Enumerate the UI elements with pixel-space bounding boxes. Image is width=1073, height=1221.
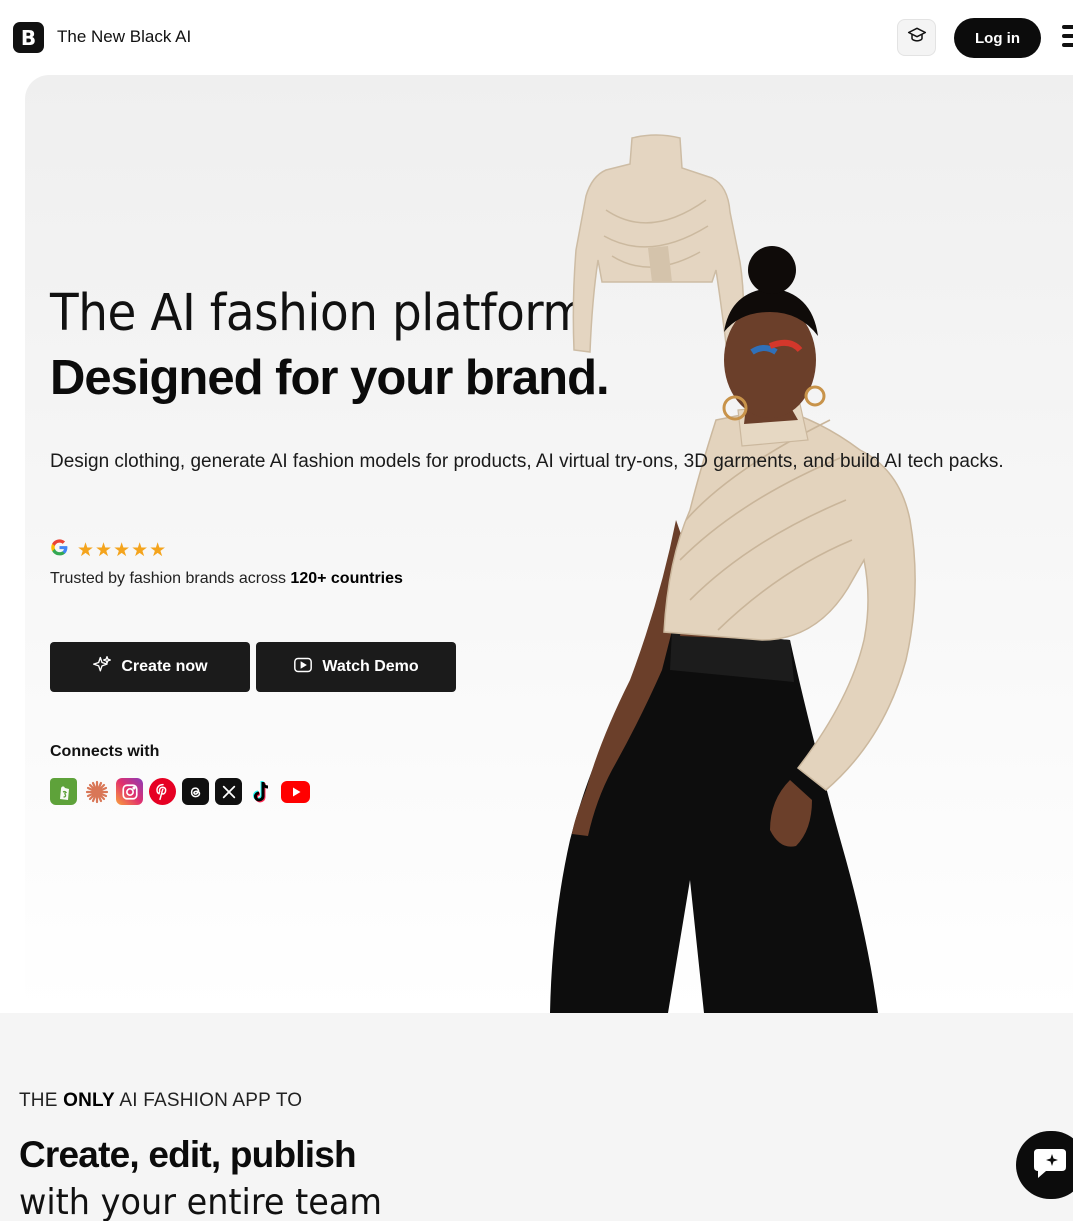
x-icon[interactable]: [215, 778, 242, 805]
floating-jacket-image: [572, 134, 745, 362]
hero-title-emphasis: Designed for your brand.: [50, 351, 610, 405]
login-button[interactable]: Log in: [954, 18, 1041, 58]
academy-button[interactable]: [897, 19, 936, 56]
pinterest-icon[interactable]: [149, 778, 176, 805]
section-subtitle: with your entire team: [19, 1182, 382, 1221]
sparkle-icon: [92, 655, 112, 680]
star-rating: ★★★★★: [77, 539, 168, 561]
brand-logo[interactable]: B: [13, 22, 44, 53]
hero-title: The AI fashion platform: [50, 284, 588, 343]
watch-demo-button[interactable]: Watch Demo: [256, 642, 456, 692]
trusted-count: 120+ countries: [290, 570, 403, 587]
watch-demo-label: Watch Demo: [322, 658, 419, 675]
play-icon: [293, 656, 313, 679]
fashion-model-image: [550, 134, 916, 1013]
connects-heading: Connects with: [50, 743, 160, 760]
site-header: B The New Black AI Log in: [0, 0, 1073, 74]
google-icon: [50, 538, 69, 562]
kicker-prefix: THE: [19, 1090, 64, 1111]
create-now-button[interactable]: Create now: [50, 642, 250, 692]
brand-name[interactable]: The New Black AI: [57, 27, 191, 47]
trusted-text: Trusted by fashion brands across 120+ co…: [50, 570, 403, 588]
shopify-icon[interactable]: [50, 778, 77, 805]
google-rating: ★★★★★: [50, 538, 167, 562]
create-now-label: Create now: [121, 658, 208, 675]
section-title: Create, edit, publish: [19, 1134, 357, 1175]
youtube-icon[interactable]: [281, 780, 310, 803]
kicker-bold: ONLY: [63, 1090, 115, 1111]
threads-icon[interactable]: [182, 778, 209, 805]
graduation-cap-icon: [907, 25, 927, 50]
kicker-suffix: AI FASHION APP TO: [114, 1090, 303, 1111]
claude-icon[interactable]: [83, 778, 110, 805]
trusted-prefix: Trusted by fashion brands across: [50, 570, 291, 587]
instagram-icon[interactable]: [116, 778, 143, 805]
hamburger-menu-icon[interactable]: [1060, 23, 1073, 49]
hero-description: Design clothing, generate AI fashion mod…: [50, 451, 1004, 472]
chat-icon: [1030, 1145, 1070, 1186]
integrations-list: [50, 778, 310, 805]
section-kicker: THE ONLY AI FASHION APP TO: [19, 1090, 302, 1112]
tiktok-icon[interactable]: [248, 778, 275, 805]
